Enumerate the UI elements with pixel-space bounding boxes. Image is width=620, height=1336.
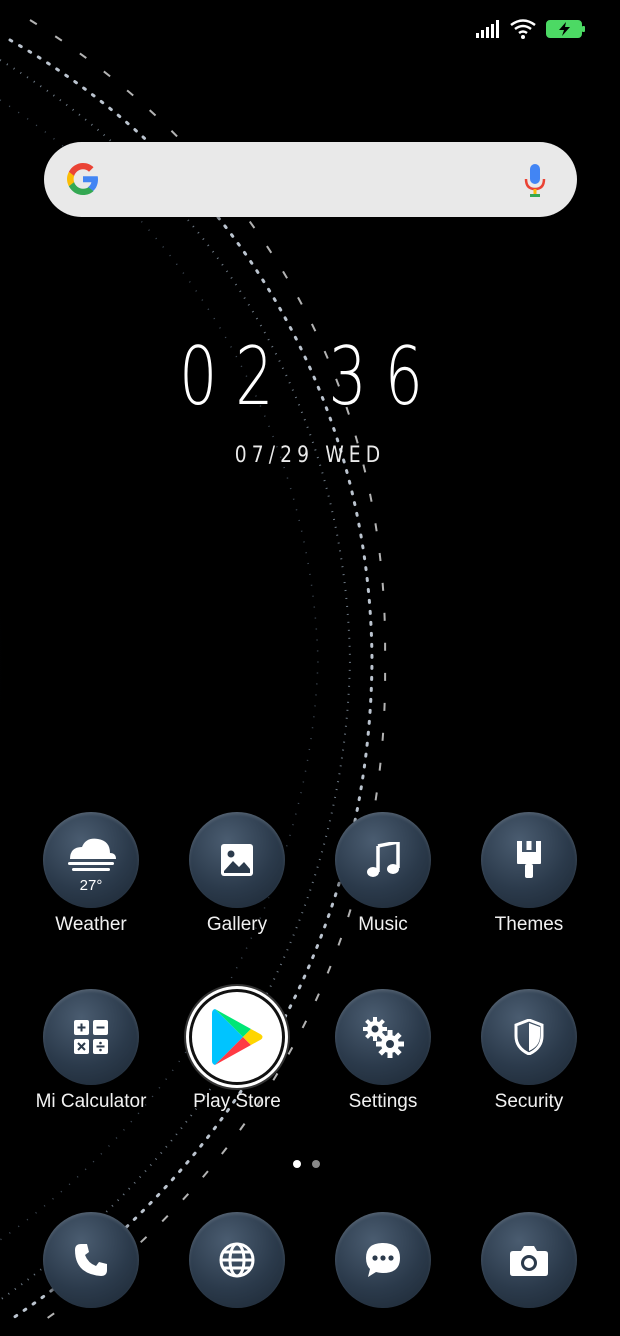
calculator-app-bubble[interactable] bbox=[43, 989, 139, 1085]
app-settings[interactable]: Settings bbox=[310, 989, 456, 1113]
play-store-icon bbox=[212, 1009, 263, 1065]
themes-app-bubble[interactable] bbox=[481, 812, 577, 908]
gears-icon bbox=[363, 1017, 404, 1058]
dock-phone[interactable] bbox=[18, 1212, 164, 1308]
security-app-bubble[interactable] bbox=[481, 989, 577, 1085]
app-label: Play Store bbox=[193, 1091, 281, 1112]
dock-camera[interactable] bbox=[456, 1212, 602, 1308]
shield-icon bbox=[514, 1019, 544, 1055]
image-icon bbox=[221, 844, 253, 876]
page-indicator[interactable] bbox=[293, 1160, 320, 1168]
music-note-icon bbox=[367, 842, 400, 877]
browser-app-bubble[interactable] bbox=[189, 1212, 285, 1308]
google-logo-icon bbox=[67, 163, 98, 195]
calculator-icon bbox=[74, 1020, 108, 1054]
weather-temperature: 27° bbox=[79, 877, 103, 894]
app-security[interactable]: Security bbox=[456, 989, 602, 1113]
app-play-store[interactable]: Play Store bbox=[164, 989, 310, 1113]
app-label: Gallery bbox=[206, 914, 268, 935]
app-label: Themes bbox=[494, 914, 564, 935]
gallery-app-bubble[interactable] bbox=[189, 812, 285, 908]
battery-charging-icon bbox=[546, 20, 585, 38]
phone-app-bubble[interactable] bbox=[43, 1212, 139, 1308]
app-label: Settings bbox=[348, 1091, 418, 1112]
phone-icon bbox=[75, 1244, 107, 1276]
messages-app-bubble[interactable] bbox=[335, 1212, 431, 1308]
app-gallery[interactable]: Gallery bbox=[164, 812, 310, 936]
clock-date: 07/29 WED bbox=[234, 443, 386, 468]
status-bar bbox=[476, 14, 586, 44]
camera-app-bubble[interactable] bbox=[481, 1212, 577, 1308]
page-dot-1[interactable] bbox=[293, 1160, 301, 1168]
app-themes[interactable]: Themes bbox=[456, 812, 602, 936]
dock-messages[interactable] bbox=[310, 1212, 456, 1308]
app-music[interactable]: Music bbox=[310, 812, 456, 936]
music-app-bubble[interactable] bbox=[335, 812, 431, 908]
chat-icon bbox=[366, 1243, 400, 1277]
weather-app-bubble[interactable]: 27° bbox=[43, 812, 139, 908]
play-store-app-bubble[interactable] bbox=[189, 989, 285, 1085]
camera-icon bbox=[510, 1246, 548, 1276]
dock-browser[interactable] bbox=[164, 1212, 310, 1308]
app-label: Music bbox=[358, 914, 408, 935]
wifi-icon bbox=[510, 19, 536, 39]
app-label: Security bbox=[494, 1091, 564, 1112]
app-label: Mi Calculator bbox=[35, 1091, 147, 1112]
signal-icon bbox=[476, 20, 499, 38]
app-label: Weather bbox=[55, 914, 127, 935]
app-weather[interactable]: 27° Weather bbox=[18, 812, 164, 936]
settings-app-bubble[interactable] bbox=[335, 989, 431, 1085]
microphone-icon[interactable] bbox=[523, 162, 547, 198]
app-mi-calculator[interactable]: Mi Calculator bbox=[18, 989, 164, 1113]
globe-icon bbox=[219, 1242, 255, 1278]
page-dot-2[interactable] bbox=[312, 1160, 320, 1168]
brush-icon bbox=[517, 841, 541, 878]
clock-time[interactable]: 02 36 bbox=[78, 330, 543, 423]
google-search-bar[interactable] bbox=[44, 142, 577, 217]
